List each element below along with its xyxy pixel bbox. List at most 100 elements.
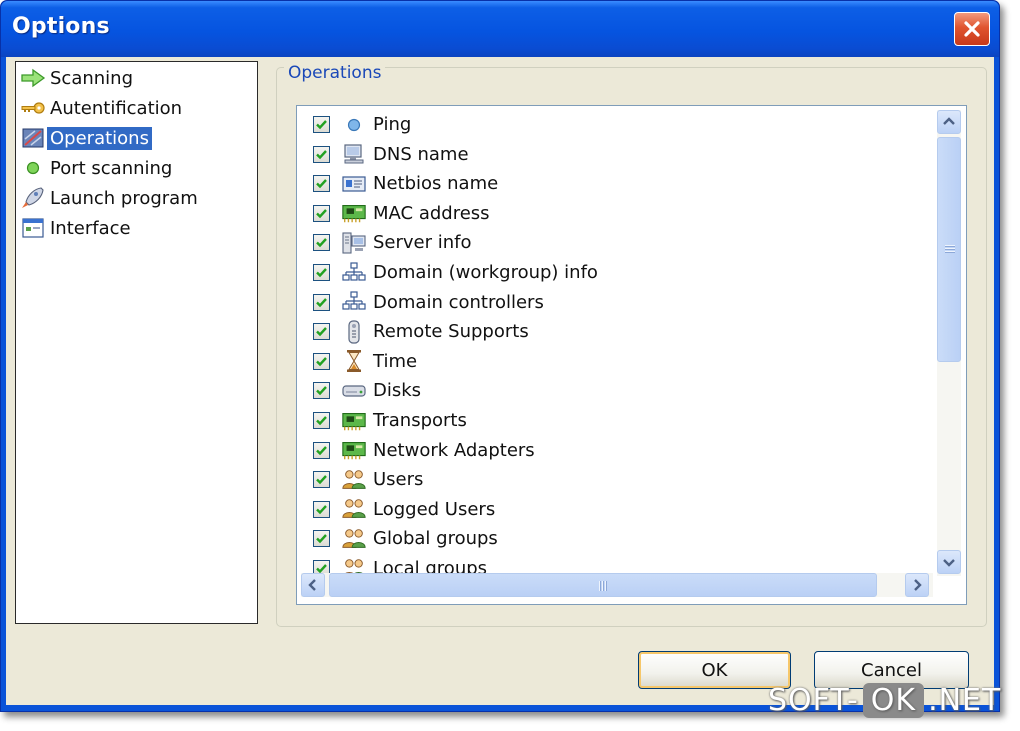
operation-checkbox[interactable] bbox=[313, 471, 330, 489]
operation-item[interactable]: Users bbox=[297, 465, 927, 494]
operation-checkbox[interactable] bbox=[313, 234, 330, 252]
operation-item[interactable]: Disks bbox=[297, 376, 927, 405]
scroll-right-button[interactable] bbox=[905, 573, 929, 597]
operation-checkbox[interactable] bbox=[313, 264, 330, 281]
rocket-icon bbox=[19, 185, 47, 211]
operation-checkbox[interactable] bbox=[313, 352, 330, 370]
domain-tree-icon bbox=[341, 289, 367, 315]
server-icon bbox=[341, 230, 367, 256]
domain-tree-icon bbox=[341, 260, 367, 286]
operation-label: Users bbox=[373, 469, 424, 491]
remote-icon bbox=[341, 319, 367, 345]
operation-item[interactable]: MAC address bbox=[297, 199, 927, 228]
close-icon bbox=[964, 21, 980, 37]
network-card-icon bbox=[341, 408, 367, 434]
arrow-right-icon bbox=[19, 65, 47, 91]
users-icon bbox=[341, 496, 367, 522]
key-icon bbox=[19, 95, 47, 121]
operation-checkbox[interactable] bbox=[313, 293, 330, 311]
horizontal-scroll-thumb[interactable] bbox=[329, 573, 877, 597]
operation-checkbox[interactable] bbox=[313, 530, 330, 548]
title-bar[interactable]: Options bbox=[1, 1, 999, 57]
nav-item-label: Port scanning bbox=[50, 157, 173, 179]
window-title: Options bbox=[12, 14, 110, 39]
operation-label: Logged Users bbox=[373, 498, 496, 520]
network-card-icon bbox=[341, 200, 367, 226]
operation-item[interactable]: Server info bbox=[297, 228, 927, 257]
watermark-text-left: SOFT- bbox=[768, 683, 859, 718]
chevron-down-icon bbox=[943, 559, 955, 567]
operation-item[interactable]: DNS name bbox=[297, 140, 927, 169]
vertical-scrollbar[interactable] bbox=[937, 110, 961, 576]
disk-icon bbox=[341, 378, 367, 404]
operation-label: Time bbox=[373, 350, 418, 372]
scroll-up-button[interactable] bbox=[937, 110, 961, 134]
operation-item[interactable]: Netbios name bbox=[297, 169, 927, 198]
grip-icon bbox=[945, 245, 955, 253]
operation-label: Disks bbox=[373, 380, 422, 402]
users-icon bbox=[341, 467, 367, 493]
operation-label: Network Adapters bbox=[373, 439, 535, 461]
operation-checkbox[interactable] bbox=[313, 116, 330, 133]
operation-item[interactable]: Network Adapters bbox=[297, 436, 927, 465]
scroll-left-button[interactable] bbox=[301, 573, 325, 597]
nav-item-autentification[interactable]: Autentification bbox=[19, 94, 255, 122]
operation-item[interactable]: Ping bbox=[297, 110, 927, 139]
operation-item[interactable]: Domain (workgroup) info bbox=[297, 258, 927, 287]
nav-item-operations[interactable]: Operations bbox=[19, 124, 255, 152]
nav-item-label: Interface bbox=[50, 217, 131, 239]
operation-checkbox[interactable] bbox=[313, 323, 330, 341]
operation-checkbox[interactable] bbox=[313, 441, 330, 459]
id-card-icon bbox=[341, 171, 367, 197]
operation-checkbox[interactable] bbox=[313, 382, 330, 400]
operation-item[interactable]: Transports bbox=[297, 406, 927, 435]
operation-checkbox[interactable] bbox=[313, 175, 330, 193]
nav-item-launch-program[interactable]: Launch program bbox=[19, 184, 255, 212]
operation-checkbox[interactable] bbox=[313, 500, 330, 518]
nav-item-port-scanning[interactable]: Port scanning bbox=[19, 154, 255, 182]
operation-item[interactable]: Logged Users bbox=[297, 495, 927, 524]
watermark-text-right: .NET bbox=[928, 683, 1002, 718]
watermark: SOFT- OK .NET bbox=[768, 683, 1001, 718]
hourglass-icon bbox=[341, 348, 367, 374]
operation-item[interactable]: Global groups bbox=[297, 524, 927, 553]
operation-label: Ping bbox=[373, 114, 412, 135]
operation-label: Remote Supports bbox=[373, 321, 529, 343]
options-category-list: Scanning Autentification Operations Port… bbox=[15, 61, 258, 624]
nav-item-scanning[interactable]: Scanning bbox=[19, 64, 255, 92]
horizontal-scrollbar[interactable] bbox=[301, 573, 933, 597]
computer-icon bbox=[341, 141, 367, 167]
nav-item-label: Scanning bbox=[50, 67, 134, 89]
chevron-up-icon bbox=[943, 117, 955, 125]
operation-label: Domain (workgroup) info bbox=[373, 262, 598, 283]
watermark-text-middle: OK bbox=[862, 683, 925, 718]
operation-label: Transports bbox=[373, 410, 467, 431]
blue-dot-icon bbox=[341, 112, 367, 138]
nav-item-label: Launch program bbox=[50, 187, 198, 209]
chevron-left-icon bbox=[308, 579, 316, 591]
vertical-scroll-thumb[interactable] bbox=[937, 137, 961, 362]
nav-item-interface[interactable]: Interface bbox=[19, 214, 255, 242]
nav-item-label: Operations bbox=[47, 126, 152, 150]
operation-checkbox[interactable] bbox=[313, 412, 330, 429]
operation-label: Domain controllers bbox=[373, 291, 544, 313]
scroll-down-button[interactable] bbox=[937, 550, 961, 574]
operation-checkbox[interactable] bbox=[313, 204, 330, 222]
operation-checkbox[interactable] bbox=[313, 145, 330, 163]
group-title: Operations bbox=[284, 63, 386, 83]
operation-label: MAC address bbox=[373, 202, 490, 224]
operations-icon bbox=[19, 125, 47, 151]
operation-label: Server info bbox=[373, 232, 472, 254]
options-dialog: Options Scanning Autentification Operati… bbox=[0, 0, 1000, 712]
operation-item[interactable]: Time bbox=[297, 347, 927, 376]
green-dot-icon bbox=[19, 155, 47, 181]
operation-item[interactable]: Remote Supports bbox=[297, 317, 927, 346]
grip-icon bbox=[599, 581, 607, 591]
users-icon bbox=[341, 526, 367, 552]
close-button[interactable] bbox=[954, 12, 990, 46]
operations-checklist[interactable]: Ping DNS name Netbios name MAC address Serve… bbox=[296, 105, 967, 605]
operation-label: DNS name bbox=[373, 143, 469, 165]
operation-label: Global groups bbox=[373, 528, 498, 550]
operation-item[interactable]: Domain controllers bbox=[297, 288, 927, 317]
chevron-right-icon bbox=[914, 579, 922, 591]
